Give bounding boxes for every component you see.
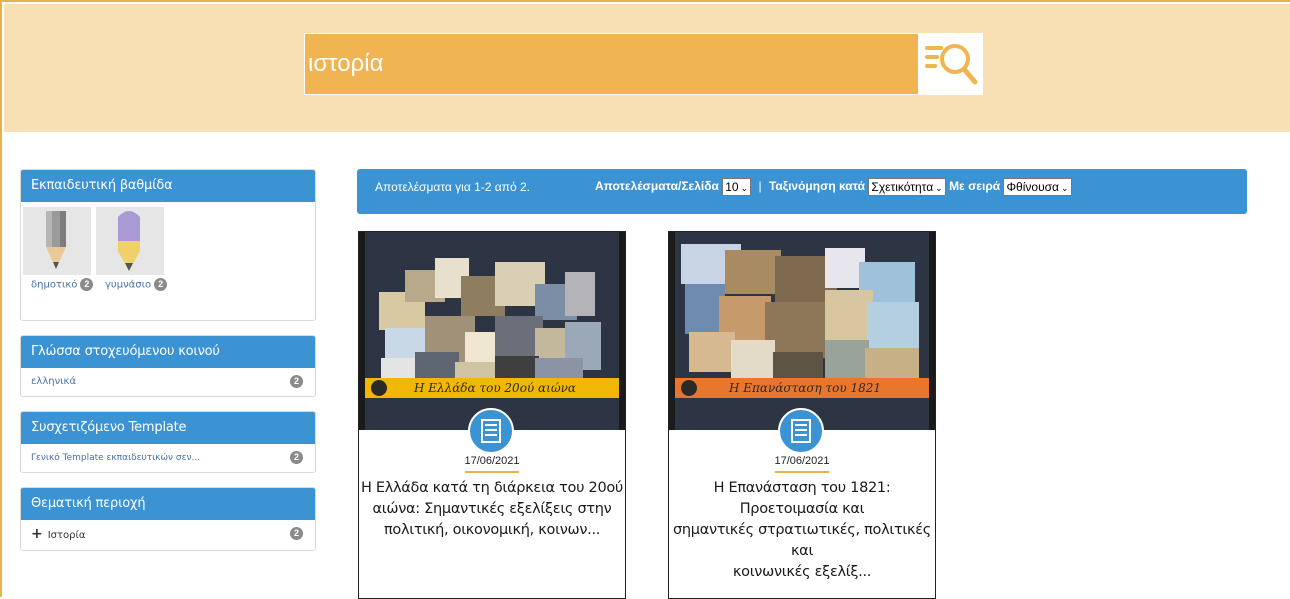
sort-select[interactable]: Σχετικότητα ⌄ [868,178,946,196]
search-bar [304,33,919,95]
document-list-icon [468,408,514,454]
date-divider [465,471,519,473]
card-thumbnail[interactable]: Η Επανάσταση του 1821 [669,232,935,430]
per-page-label: Αποτελέσματα/Σελίδα [595,179,719,194]
result-card[interactable]: Η Ελλάδα του 20ού αιώνα 17/06/2021 Η Ελλ… [358,231,626,599]
facet-item-history[interactable]: + Ιστορία 2 [21,520,315,548]
facet-item-template[interactable]: Γενικό Template εκπαιδευτικών σεν... 2 [21,444,315,472]
count-badge: 2 [290,451,303,464]
facet-subject: Θεματική περιοχή + Ιστορία 2 [20,487,316,551]
per-page-select[interactable]: 10 ⌄ [722,178,752,196]
sort-label: Ταξινόμηση κατά [768,179,866,194]
search-button[interactable] [919,33,983,95]
results-bar: Αποτελέσματα για 1-2 από 2. Αποτελέσματα… [357,169,1247,214]
card-date: 17/06/2021 [774,455,830,467]
facet-template: Συσχετιζόμενο Template Γενικό Template ε… [20,411,316,473]
facet-title: Εκπαιδευτική βαθμίδα [21,170,315,202]
document-list-icon [778,408,824,454]
count-badge: 2 [154,278,168,291]
count-badge: 2 [290,527,303,540]
level-tile-secondary[interactable] [96,207,164,275]
level-tile-primary[interactable] [23,207,91,275]
separator: | [758,179,762,194]
level-label-primary[interactable]: δημοτικό 2 [31,278,94,291]
level-label-secondary[interactable]: γυμνάσιο 2 [105,278,168,291]
facet-education-level: Εκπαιδευτική βαθμίδα δημοτικό 2 γυμνάσιο… [20,169,316,321]
card-title[interactable]: Η Επανάσταση του 1821: Προετοιμασία και … [669,478,935,583]
card-thumbnail[interactable]: Η Ελλάδα του 20ού αιώνα [359,232,625,430]
banner-text: Η Επανάσταση του 1821 [728,381,881,395]
facet-language: Γλώσσα στοχευόμενου κοινού ελληνικά 2 [20,335,316,397]
results-count: Αποτελέσματα για 1-2 από 2. [375,180,531,194]
card-title[interactable]: Η Ελλάδα κατά τη διάρκεια του 20ού αιώνα… [359,478,625,541]
pen-icon [118,211,140,271]
order-select[interactable]: Φθίνουσα ⌄ [1003,178,1072,196]
pencil-icon [46,211,66,269]
date-divider [775,471,829,473]
collage-image: Η Επανάσταση του 1821 [675,232,929,430]
facet-item-greek[interactable]: ελληνικά 2 [21,368,315,396]
banner-text: Η Ελλάδα του 20ού αιώνα [413,381,576,395]
results-controls: Αποτελέσματα/Σελίδα 10 ⌄ | Ταξινόμηση κατ… [595,178,1072,196]
count-badge: 2 [290,375,303,388]
collage-image: Η Ελλάδα του 20ού αιώνα [365,232,619,430]
plus-icon[interactable]: + [31,526,43,542]
search-input[interactable] [305,34,918,94]
card-date: 17/06/2021 [464,455,520,467]
facet-title: Συσχετιζόμενο Template [21,412,315,444]
result-card[interactable]: Η Επανάσταση του 1821 17/06/2021 Η Επανά… [668,231,936,599]
page: Εκπαιδευτική βαθμίδα [0,0,1290,599]
facet-title: Θεματική περιοχή [21,488,315,520]
count-badge: 2 [80,278,94,291]
facet-title: Γλώσσα στοχευόμενου κοινού [21,336,315,368]
order-label: Με σειρά [949,179,1001,194]
search-list-icon [925,44,978,85]
